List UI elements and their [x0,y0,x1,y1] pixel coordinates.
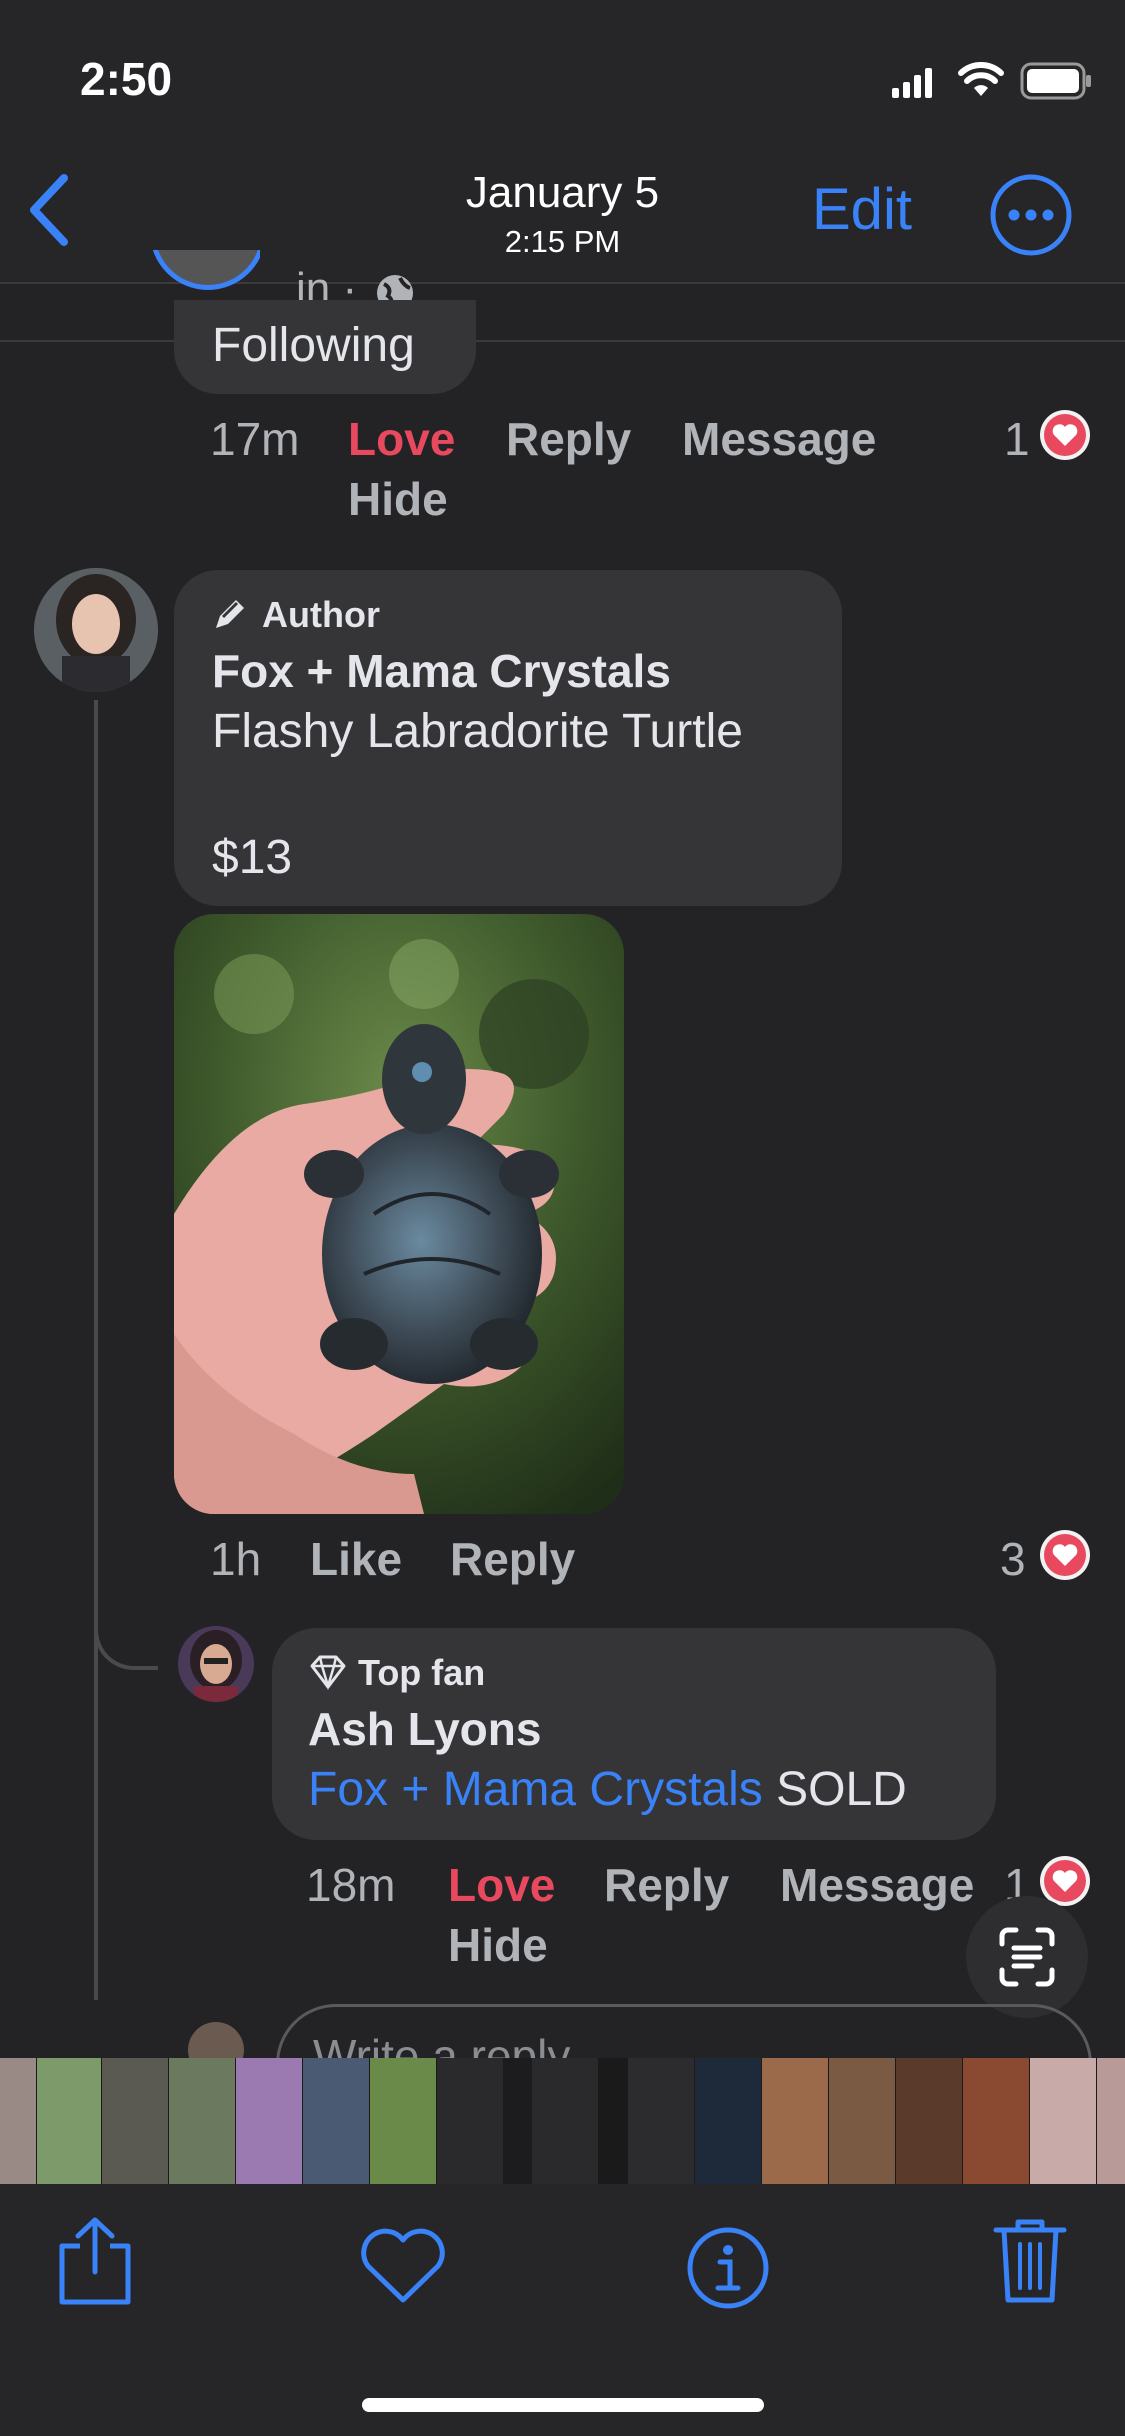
heart-reaction-icon [1052,1544,1078,1566]
battery-icon [1020,62,1091,100]
thumbnail[interactable] [370,2058,436,2184]
thread-branch [94,1610,158,1670]
prev-love-button[interactable]: Love [348,412,455,466]
prev-reaction-count: 1 [1004,413,1030,465]
thumbnail[interactable] [437,2058,503,2184]
author-comment-time: 1h [210,1533,262,1585]
more-options-icon[interactable] [988,172,1074,258]
thumbnail[interactable] [628,2058,694,2184]
thumbnail[interactable] [303,2058,369,2184]
comment-photo[interactable] [174,914,624,1514]
reply-avatar[interactable] [178,1626,254,1702]
thumbnail[interactable] [963,2058,1029,2184]
turtle-photo-image [174,914,624,1514]
thumbnail[interactable] [762,2058,828,2184]
photo-strip[interactable] [0,2058,1125,2184]
heart-icon[interactable] [358,2226,448,2306]
mention-link[interactable]: Fox + Mama Crystals [308,1763,763,1816]
live-text-icon [999,1927,1055,1987]
thread-line [94,700,98,2000]
author-reply-button[interactable]: Reply [450,1532,575,1586]
reply-comment-time: 18m [306,1859,396,1911]
thumbnail[interactable] [169,2058,235,2184]
author-reaction-count: 3 [1000,1533,1026,1585]
prev-comment-time: 17m [210,413,300,465]
trash-icon[interactable] [990,2216,1070,2306]
scroll-divider [0,340,1125,342]
author-like-button[interactable]: Like [310,1532,402,1586]
prev-message-button[interactable]: Message [682,412,876,466]
author-comment-line2: $13 [212,831,293,884]
thumbnail[interactable] [1030,2058,1096,2184]
thumbnail[interactable] [896,2058,962,2184]
thumbnail[interactable] [1097,2058,1125,2184]
author-badge-label: Author [262,594,380,635]
edit-button[interactable]: Edit [812,176,912,243]
thumbnail[interactable] [829,2058,895,2184]
nav-title: January 5 [465,168,660,217]
thumbnail[interactable] [532,2058,598,2184]
reply-badge-label: Top fan [358,1652,486,1693]
reply-message-button[interactable]: Message [780,1858,974,1912]
reply-hide-button[interactable]: Hide [448,1918,548,1972]
author-comment-line1: Flashy Labradorite Turtle [212,705,743,758]
prev-comment-text: Following [212,319,415,372]
author-avatar-image [34,568,158,692]
composer-avatar-partial [188,2022,248,2058]
reply-author-name[interactable]: Ash Lyons [308,1702,541,1756]
thumbnail[interactable] [695,2058,761,2184]
status-time: 2:50 [80,53,173,105]
thumbnail[interactable] [102,2058,168,2184]
prev-comment-bubble: Following [174,300,476,394]
thumbnail[interactable] [236,2058,302,2184]
prev-hide-button[interactable]: Hide [348,472,448,526]
heart-reaction-icon [1052,424,1078,446]
prev-reply-button[interactable]: Reply [506,412,631,466]
reply-reply-button[interactable]: Reply [604,1858,729,1912]
author-avatar[interactable] [34,568,158,692]
thumbnail[interactable] [37,2058,101,2184]
reply-comment-text: Fox + Mama Crystals SOLD [308,1762,907,1817]
author-name[interactable]: Fox + Mama Crystals [212,644,671,698]
reply-love-button[interactable]: Love [448,1858,555,1912]
home-indicator [362,2398,764,2412]
reply-body: SOLD [762,1763,907,1816]
info-icon[interactable] [686,2226,770,2310]
reply-avatar-image [178,1626,254,1702]
prev-reaction-badge[interactable] [1040,410,1090,460]
author-reaction-badge[interactable] [1040,1530,1090,1580]
diamond-icon [310,1655,346,1690]
cellular-signal-icon [892,68,932,98]
thumbnail[interactable] [0,2058,36,2184]
share-icon[interactable] [50,2214,140,2310]
live-text-button[interactable] [966,1896,1088,2018]
wifi-icon [958,62,1004,96]
author-pen-icon [216,600,244,628]
